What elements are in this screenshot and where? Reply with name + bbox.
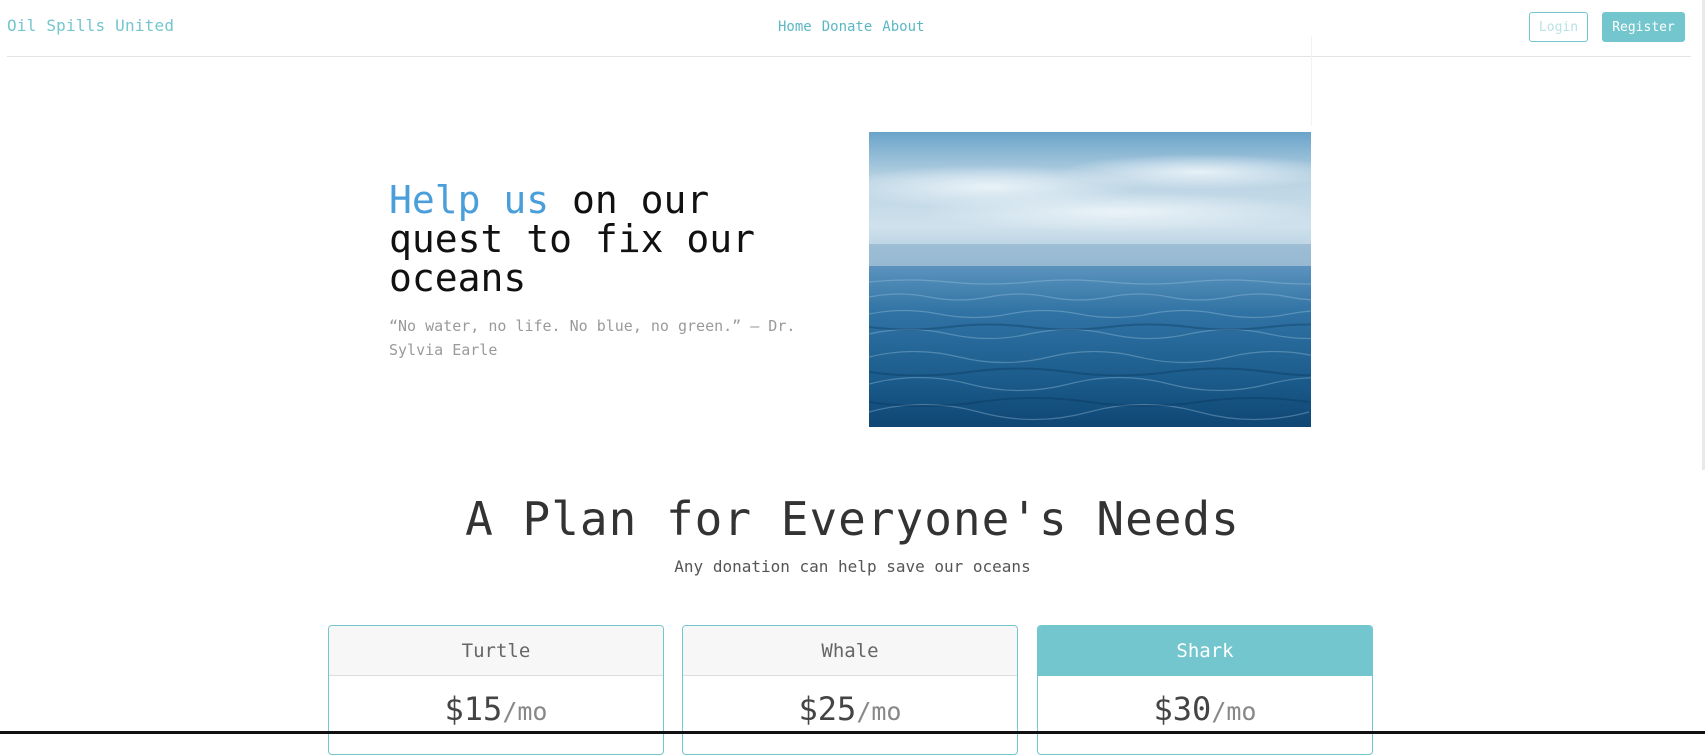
price-amount: $25 (798, 690, 857, 728)
price-period: /mo (1211, 697, 1257, 726)
nav-links: Home Donate About (778, 19, 924, 35)
price-amount: $15 (444, 690, 503, 728)
price-period: /mo (856, 697, 902, 726)
brand-logo-text[interactable]: Oil Spills United (7, 16, 174, 35)
hero-title: Help us on our quest to fix our oceans (389, 181, 829, 298)
nav-link-about[interactable]: About (882, 19, 924, 35)
plan-card-price: $30/mo (1038, 690, 1372, 728)
register-button[interactable]: Register (1602, 12, 1685, 42)
nav-link-donate[interactable]: Donate (822, 19, 873, 35)
navbar: Oil Spills United Home Donate About Logi… (7, 0, 1691, 57)
plan-card-shark[interactable]: Shark $30/mo (1037, 625, 1373, 755)
plan-card-turtle[interactable]: Turtle $15/mo (328, 625, 664, 755)
plans-title: A Plan for Everyone's Needs (465, 492, 1240, 546)
ocean-photo-icon (869, 132, 1311, 427)
plan-card-header: Whale (683, 626, 1017, 676)
plan-card-price: $15/mo (329, 690, 663, 728)
nav-link-home[interactable]: Home (778, 19, 812, 35)
hero-title-accent: Help us (389, 178, 550, 222)
plan-card-header: Turtle (329, 626, 663, 676)
hero-quote: “No water, no life. No blue, no green.” … (389, 317, 796, 359)
plan-card-whale[interactable]: Whale $25/mo (682, 625, 1018, 755)
ocean-image (869, 132, 1311, 427)
plan-card-price: $25/mo (683, 690, 1017, 728)
plans-subtitle: Any donation can help save our oceans (674, 557, 1031, 576)
price-period: /mo (502, 697, 548, 726)
divider (1311, 36, 1312, 126)
login-button[interactable]: Login (1529, 12, 1588, 42)
plan-card-header: Shark (1038, 626, 1372, 676)
price-amount: $30 (1153, 690, 1212, 728)
